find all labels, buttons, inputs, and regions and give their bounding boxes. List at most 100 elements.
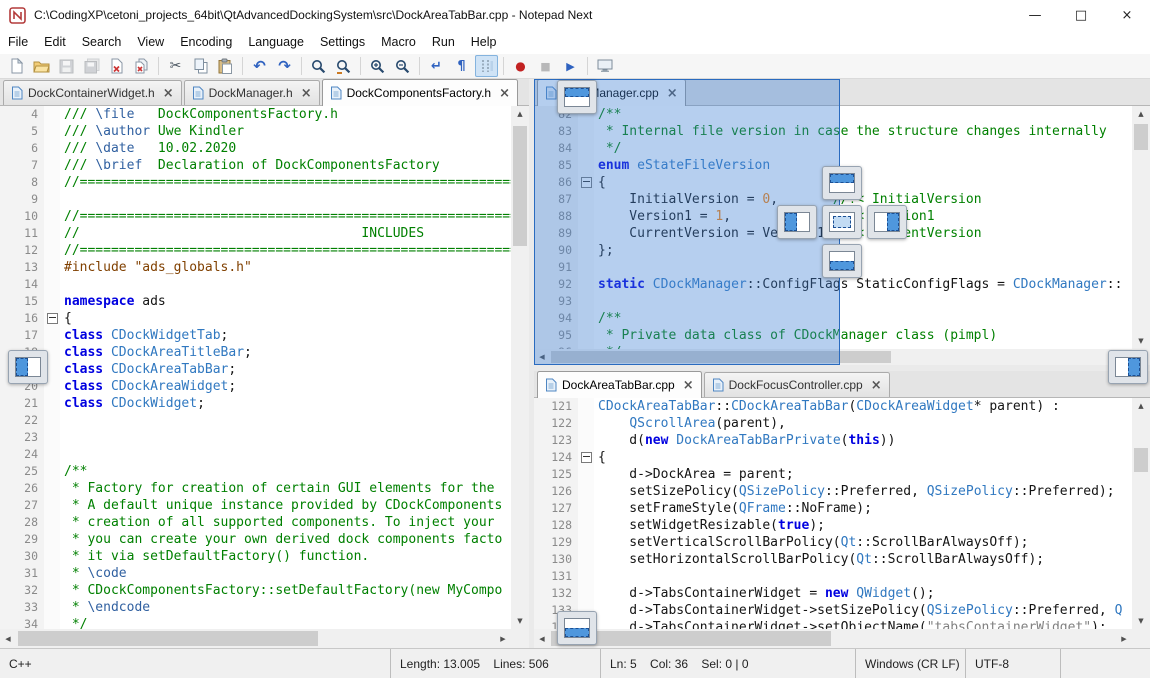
menu-file[interactable]: File [0, 30, 36, 54]
scroll-down-icon[interactable]: ▼ [1132, 613, 1150, 629]
left-editor[interactable]: 4/// \file DockComponentsFactory.h5/// \… [0, 106, 511, 629]
paste-button[interactable] [214, 55, 237, 77]
new-file-button[interactable] [5, 55, 28, 77]
find-button[interactable] [307, 55, 330, 77]
tab-label: DockContainerWidget.h [28, 86, 155, 100]
fold-marker[interactable] [581, 452, 592, 463]
tab-close-icon[interactable]: × [871, 378, 882, 393]
close-all-button[interactable] [130, 55, 153, 77]
dock-drop-edge-right[interactable] [1108, 350, 1148, 384]
left-vertical-scrollbar[interactable]: ▲ ▼ [511, 106, 529, 629]
cut-button[interactable]: ✂ [164, 55, 187, 77]
page-new-icon [9, 58, 24, 74]
indent-guides-button[interactable] [475, 55, 498, 77]
app-icon[interactable] [9, 7, 26, 24]
toolbar-separator [360, 57, 361, 75]
menu-run[interactable]: Run [424, 30, 463, 54]
scroll-down-icon[interactable]: ▼ [1132, 333, 1150, 349]
tab-close-icon[interactable]: × [499, 86, 510, 101]
bottom-right-horizontal-scrollbar[interactable]: ◀ ▶ [534, 629, 1132, 648]
tab-dockcomponentsfactory-h[interactable]: DockComponentsFactory.h× [322, 79, 518, 106]
scroll-up-icon[interactable]: ▲ [511, 106, 529, 122]
replace-button[interactable] [332, 55, 355, 77]
scroll-up-icon[interactable]: ▲ [1132, 398, 1150, 414]
dock-drop-edge-left[interactable] [8, 350, 48, 384]
top-right-vertical-scrollbar[interactable]: ▲ ▼ [1132, 106, 1150, 349]
play-macro-button[interactable]: ▶ [559, 55, 582, 77]
zoom-in-button[interactable] [366, 55, 389, 77]
left-horizontal-scrollbar[interactable]: ◀ ▶ [0, 629, 511, 648]
close-file-button[interactable] [105, 55, 128, 77]
minimize-button[interactable]: — [1012, 0, 1058, 30]
menu-edit[interactable]: Edit [36, 30, 74, 54]
menu-help[interactable]: Help [463, 30, 505, 54]
code-line: 133 d->TabsContainerWidget->setSizePolic… [534, 602, 1132, 619]
scroll-left-icon[interactable]: ◀ [534, 629, 550, 648]
document-icon [712, 378, 724, 392]
dock-drop-center[interactable] [822, 205, 862, 239]
open-file-button[interactable] [30, 55, 53, 77]
scroll-right-icon[interactable]: ▶ [1116, 629, 1132, 648]
scroll-right-icon[interactable]: ▶ [495, 629, 511, 648]
menu-settings[interactable]: Settings [312, 30, 373, 54]
zoom-out-icon [395, 59, 410, 74]
undo-button[interactable]: ↶ [248, 55, 271, 77]
bottom-right-vertical-scrollbar[interactable]: ▲ ▼ [1132, 398, 1150, 629]
dock-drop-bottom[interactable] [822, 244, 862, 278]
stop-macro-button[interactable]: ■ [534, 55, 557, 77]
status-eol-format[interactable]: Windows (CR LF) [855, 649, 965, 678]
tab-close-icon[interactable]: × [163, 86, 174, 101]
run-button[interactable] [593, 55, 616, 77]
menu-macro[interactable]: Macro [373, 30, 424, 54]
title-bar: C:\CodingXP\cetoni_projects_64bit\QtAdva… [0, 0, 1150, 30]
fold-margin [578, 449, 594, 466]
word-wrap-button[interactable]: ↵ [425, 55, 448, 77]
line-number: 129 [534, 534, 578, 551]
dock-drop-edge-top[interactable] [557, 80, 597, 114]
copy-button[interactable] [189, 55, 212, 77]
code-text: namespace ads [60, 293, 166, 310]
dock-drop-right[interactable] [867, 205, 907, 239]
scroll-left-icon[interactable]: ◀ [0, 629, 16, 648]
menu-encoding[interactable]: Encoding [172, 30, 240, 54]
zoom-out-button[interactable] [391, 55, 414, 77]
redo-button[interactable]: ↷ [273, 55, 296, 77]
tab-dockfocuscontroller-cpp[interactable]: DockFocusController.cpp× [704, 372, 890, 397]
show-all-characters-button[interactable]: ¶ [450, 55, 473, 77]
code-line: 17class CDockWidgetTab; [0, 327, 511, 344]
drop-zone-icon [829, 173, 855, 193]
scrollbar-thumb[interactable] [18, 631, 318, 646]
fold-margin [578, 568, 594, 585]
scrollbar-thumb[interactable] [1134, 448, 1148, 472]
code-text: /// \date 10.02.2020 [60, 140, 236, 157]
tab-dockareatabbar-cpp[interactable]: DockAreaTabBar.cpp× [537, 371, 702, 398]
menu-language[interactable]: Language [240, 30, 312, 54]
search-icon [311, 59, 326, 74]
code-line: 30 * it via setDefaultFactory() function… [0, 548, 511, 565]
maximize-button[interactable]: □ [1058, 0, 1104, 30]
code-line: 134 d->TabsContainerWidget->setObjectNam… [534, 619, 1132, 629]
status-encoding[interactable]: UTF-8 [965, 649, 1060, 678]
scroll-up-icon[interactable]: ▲ [1132, 106, 1150, 122]
tab-close-icon[interactable]: × [301, 86, 312, 101]
dock-drop-edge-bottom[interactable] [557, 611, 597, 645]
record-macro-button[interactable]: ● [509, 55, 532, 77]
save-button[interactable] [55, 55, 78, 77]
dock-drop-top[interactable] [822, 166, 862, 200]
menu-view[interactable]: View [129, 30, 172, 54]
save-all-button[interactable] [80, 55, 103, 77]
fold-marker[interactable] [47, 313, 58, 324]
bottom-right-editor[interactable]: 121CDockAreaTabBar::CDockAreaTabBar(CDoc… [534, 398, 1132, 629]
menu-search[interactable]: Search [74, 30, 130, 54]
drop-zone-icon [564, 87, 590, 107]
tab-dockcontainerwidget-h[interactable]: DockContainerWidget.h × [3, 80, 182, 105]
fold-margin [578, 415, 594, 432]
code-line: 26 * Factory for creation of certain GUI… [0, 480, 511, 497]
scrollbar-thumb[interactable] [1134, 124, 1148, 150]
tab-close-icon[interactable]: × [683, 378, 694, 393]
dock-drop-left[interactable] [777, 205, 817, 239]
tab-dockmanager-h[interactable]: DockManager.h× [184, 80, 320, 105]
close-button[interactable]: × [1104, 0, 1150, 30]
scrollbar-thumb[interactable] [513, 126, 527, 246]
scroll-down-icon[interactable]: ▼ [511, 613, 529, 629]
